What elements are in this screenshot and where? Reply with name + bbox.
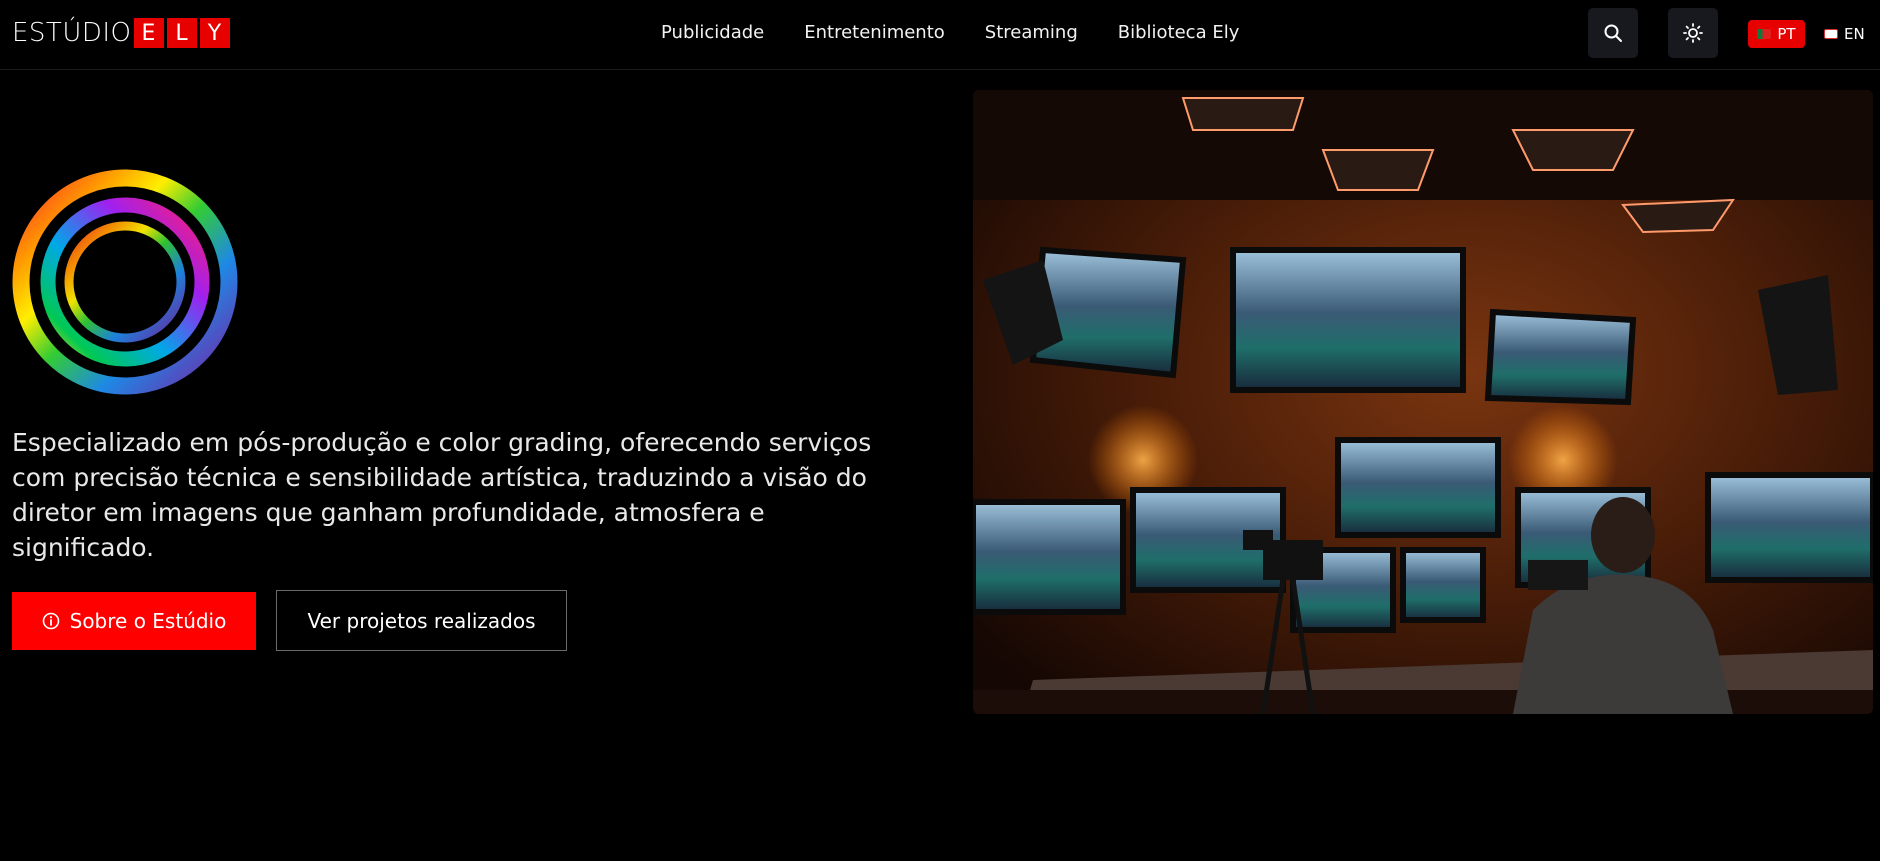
nav-item-entretenimento[interactable]: Entretenimento [804, 20, 945, 46]
color-wheel-logo-icon [12, 169, 238, 395]
language-en-label: EN [1844, 25, 1865, 43]
logo-word: ESTÚDIO [12, 18, 132, 48]
logo-tile-l: L [166, 18, 197, 48]
info-icon [42, 612, 59, 630]
site-logo[interactable]: ESTÚDIO E L Y [12, 18, 230, 48]
logo-tile-y: Y [199, 18, 230, 48]
theme-toggle-button[interactable] [1668, 8, 1718, 58]
about-studio-button[interactable]: Sobre o Estúdio [12, 592, 256, 650]
nav-item-publicidade[interactable]: Publicidade [661, 20, 764, 46]
search-icon [1604, 24, 1622, 42]
uk-flag-icon [1824, 29, 1838, 39]
view-projects-label: Ver projetos realizados [307, 608, 536, 633]
top-header: ESTÚDIO E L Y Publicidade Entretenimento… [0, 0, 1880, 70]
about-studio-label: Sobre o Estúdio [69, 609, 227, 633]
nav-item-streaming[interactable]: Streaming [985, 20, 1078, 46]
nav-item-biblioteca-ely[interactable]: Biblioteca Ely [1118, 20, 1240, 46]
view-projects-button[interactable]: Ver projetos realizados [276, 590, 567, 651]
logo-tile-e: E [133, 18, 164, 48]
language-pt-button[interactable]: PT [1748, 20, 1805, 48]
language-en-button[interactable]: EN [1824, 20, 1872, 48]
logo-tiles: E L Y [133, 18, 230, 48]
hero-description: Especializado em pós-produção e color gr… [12, 428, 872, 562]
language-pt-label: PT [1777, 25, 1796, 43]
search-button[interactable] [1588, 8, 1638, 58]
main-nav: Publicidade Entretenimento Streaming Bib… [661, 20, 1239, 46]
sun-icon [1683, 23, 1703, 43]
studio-editing-room-photo [973, 90, 1873, 714]
brazil-flag-icon [1757, 29, 1772, 39]
